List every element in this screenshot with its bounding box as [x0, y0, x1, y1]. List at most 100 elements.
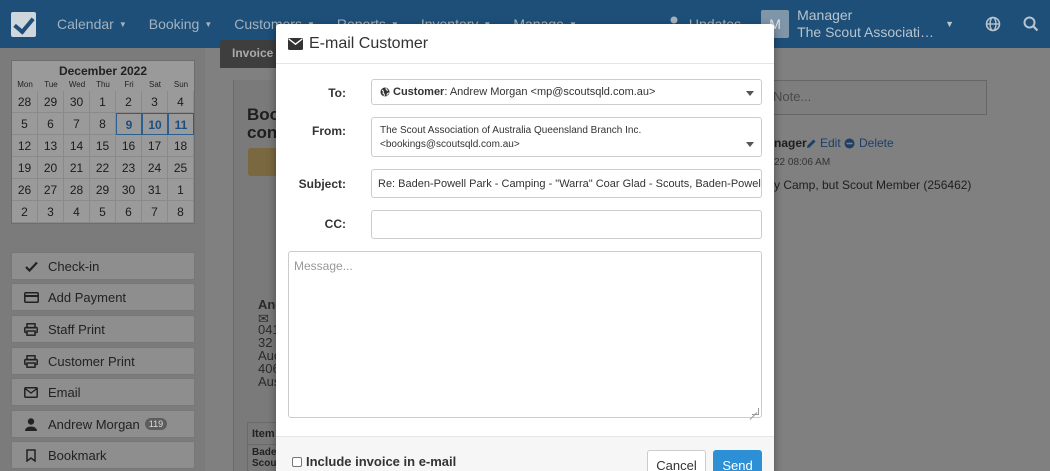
delete-note-link[interactable]: Delete	[844, 136, 894, 150]
edit-note-link[interactable]: Edit	[806, 136, 841, 150]
email-customer-modal: E-mail Customer To: Customer: Andrew Mor…	[276, 24, 774, 471]
user-name: Manager	[797, 7, 853, 23]
calendar-day[interactable]: 15	[90, 135, 116, 157]
subject-input[interactable]: Re: Baden-Powell Park - Camping - "Warra…	[371, 169, 762, 198]
table-cell: Bade	[252, 447, 277, 458]
message-textarea[interactable]: Message...	[288, 251, 762, 418]
calendar-day[interactable]: 29	[90, 179, 116, 201]
calendar-day[interactable]: 24	[142, 157, 168, 179]
search-button[interactable]	[1012, 16, 1050, 32]
calendar-day[interactable]: 14	[64, 135, 90, 157]
calendar-day[interactable]: 7	[64, 113, 90, 135]
check-in-button[interactable]: Check-in	[11, 252, 195, 280]
calendar-weekday: Mon	[17, 80, 33, 89]
to-select[interactable]: Customer: Andrew Morgan <mp@scoutsqld.co…	[371, 79, 762, 105]
globe-button[interactable]	[974, 16, 1012, 32]
calendar-day[interactable]: 17	[142, 135, 168, 157]
sidebar-button-label: Add Payment	[48, 289, 127, 305]
calendar-day[interactable]: 2	[116, 91, 142, 113]
cc-input[interactable]	[371, 210, 762, 239]
calendar-day[interactable]: 6	[116, 201, 142, 223]
calendar-weekday: Thu	[96, 80, 110, 89]
calendar-day[interactable]: 16	[116, 135, 142, 157]
bookmark-button[interactable]: Bookmark	[11, 441, 195, 469]
app-logo[interactable]	[0, 0, 46, 48]
calendar-day[interactable]: 27	[38, 179, 64, 201]
calendar-day[interactable]: 1	[168, 179, 194, 201]
include-invoice-option[interactable]: Include invoice in e-mail	[292, 454, 456, 469]
credit-card-icon	[22, 291, 40, 303]
calendar-day[interactable]: 4	[64, 201, 90, 223]
calendar-weekday-row: Mon Tue Wed Thu Fri Sat Sun	[12, 79, 194, 91]
to-customer-prefix: Customer	[393, 86, 445, 98]
calendar-day[interactable]: 5	[90, 201, 116, 223]
note-input[interactable]: Note...	[762, 80, 987, 115]
email-button[interactable]: Email	[11, 378, 195, 406]
resize-handle-icon[interactable]	[752, 408, 759, 415]
calendar-day[interactable]: 25	[168, 157, 194, 179]
calendar-day[interactable]: 29	[38, 91, 64, 113]
items-table: Item Bade Scou	[247, 422, 278, 471]
calendar-day[interactable]: 9	[116, 113, 142, 135]
calendar-day[interactable]: 3	[142, 91, 168, 113]
calendar-day[interactable]: 7	[142, 201, 168, 223]
from-label: From:	[312, 124, 346, 138]
calendar-weekday: Tue	[44, 80, 58, 89]
from-line-1: The Scout Association of Australia Queen…	[380, 125, 642, 136]
check-icon	[22, 261, 40, 272]
print-icon	[22, 322, 40, 336]
customer-button[interactable]: Andrew Morgan 119	[11, 410, 195, 438]
customer-print-button[interactable]: Customer Print	[11, 347, 195, 375]
calendar-day[interactable]: 28	[64, 179, 90, 201]
calendar-day[interactable]: 1	[90, 91, 116, 113]
calendar-month-title: December 2022	[58, 64, 148, 78]
calendar-day[interactable]: 31	[142, 179, 168, 201]
calendar-day[interactable]: 2	[12, 201, 38, 223]
calendar-day[interactable]: 19	[12, 157, 38, 179]
calendar-day[interactable]: 8	[90, 113, 116, 135]
status-button[interactable]	[248, 148, 278, 176]
tab-invoice[interactable]: Invoice	[220, 40, 280, 68]
calendar-day[interactable]: 13	[38, 135, 64, 157]
calendar-day[interactable]: 28	[12, 91, 38, 113]
sidebar-button-label: Check-in	[48, 258, 100, 274]
calendar-day[interactable]: 20	[38, 157, 64, 179]
calendar-day[interactable]: 11	[168, 113, 194, 135]
staff-print-button[interactable]: Staff Print	[11, 315, 195, 343]
calendar-day[interactable]: 5	[12, 113, 38, 135]
caret-down-icon[interactable]: ▼	[945, 19, 954, 29]
add-payment-button[interactable]: Add Payment	[11, 283, 195, 311]
calendar-day[interactable]: 3	[38, 201, 64, 223]
envelope-icon	[288, 37, 303, 50]
calendar-day[interactable]: 4	[168, 91, 194, 113]
calendar-day[interactable]: 30	[64, 91, 90, 113]
caret-down-icon: ▼	[204, 19, 213, 29]
mini-calendar: December 2022 Mon Tue Wed Thu Fri Sat Sun 28 29…	[11, 60, 195, 224]
sidebar-button-label: Andrew Morgan	[48, 416, 140, 432]
nav-booking-label: Booking	[148, 16, 200, 32]
include-invoice-checkbox[interactable]	[292, 456, 302, 467]
calendar-day[interactable]: 12	[12, 135, 38, 157]
sidebar-button-label: Email	[48, 384, 81, 400]
calendar-weekday: Sat	[148, 80, 161, 89]
sidebar-button-label: Bookmark	[48, 447, 107, 463]
note-author: nager	[774, 136, 807, 150]
calendar-day[interactable]: 26	[12, 179, 38, 201]
calendar-day[interactable]: 23	[116, 157, 142, 179]
calendar-day[interactable]: 30	[116, 179, 142, 201]
calendar-day[interactable]: 18	[168, 135, 194, 157]
from-select[interactable]: The Scout Association of Australia Queen…	[371, 117, 762, 157]
calendar-day[interactable]: 10	[142, 113, 168, 135]
edit-label: Edit	[820, 136, 841, 150]
cancel-button[interactable]: Cancel	[647, 450, 706, 471]
send-button[interactable]: Send	[713, 450, 762, 471]
calendar-day[interactable]: 8	[168, 201, 194, 223]
user-menu[interactable]: Manager The Scout Association of Austral…	[797, 7, 937, 41]
nav-booking[interactable]: Booking ▼	[138, 0, 224, 48]
calendar-day[interactable]: 22	[90, 157, 116, 179]
nav-calendar[interactable]: Calendar ▼	[46, 0, 138, 48]
to-label: To:	[328, 86, 346, 100]
user-icon	[22, 417, 40, 431]
calendar-day[interactable]: 6	[38, 113, 64, 135]
calendar-day[interactable]: 21	[64, 157, 90, 179]
